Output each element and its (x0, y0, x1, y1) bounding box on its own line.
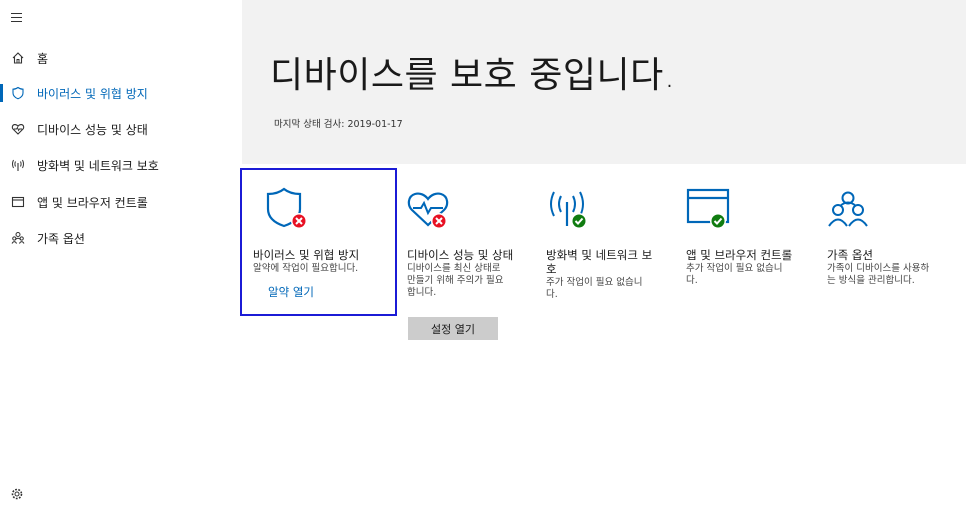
sidebar-item-label: 방화벽 및 네트워크 보호 (37, 158, 159, 173)
sidebar-item-home[interactable]: 홈 (0, 40, 242, 76)
tile-title-line-1: 방화벽 및 네트워크 보 (546, 248, 653, 262)
tile-description-line-1: 디바이스를 최신 상태로 (407, 263, 501, 274)
tile-description-line-2: 다. (546, 289, 558, 300)
tile-description-line-3: 합니다. (407, 287, 437, 298)
tile-title-line-2: 호 (546, 262, 557, 276)
sidebar-item-label: 앱 및 브라우저 컨트롤 (37, 195, 148, 210)
tile-description-line-2: 는 방식을 관리합니다. (827, 275, 915, 286)
antenna-icon (10, 157, 26, 173)
tile-title: 디바이스 성능 및 상태 (407, 248, 514, 262)
sidebar: 홈 바이러스 및 위협 방지 디바이스 성능 및 상태 방화벽 및 네트워크 보… (0, 0, 242, 517)
sidebar-item-label: 가족 옵션 (37, 231, 85, 246)
windows-security-window: 홈 바이러스 및 위협 방지 디바이스 성능 및 상태 방화벽 및 네트워크 보… (0, 0, 966, 517)
open-alyac-link[interactable]: 알약 열기 (268, 284, 314, 300)
antenna-ok-icon (550, 191, 587, 229)
shield-error-icon (266, 187, 307, 229)
heart-error-icon (407, 192, 449, 229)
home-icon (10, 50, 26, 66)
tile-title: 가족 옵션 (827, 248, 873, 262)
tile-description: 알약에 작업이 필요합니다. (253, 263, 359, 274)
tile-description-line-1: 주가 작업이 필요 없습니 (546, 277, 643, 288)
heart-icon (10, 121, 26, 137)
sidebar-item-label: 디바이스 성능 및 상태 (37, 122, 148, 137)
browser-window-icon (10, 194, 26, 210)
tile-description-line-1: 가족이 디바이스를 사용하 (827, 263, 930, 274)
last-scan-status: 마지막 상태 검사: 2019-01-17 (274, 119, 403, 130)
page-title: 디바이스를 보호 중입니다. (270, 55, 676, 96)
tile-title: 앱 및 브라우저 컨트롤 (686, 248, 793, 262)
sidebar-item-virus-protection[interactable]: 바이러스 및 위협 방지 (0, 75, 242, 111)
shield-icon (10, 85, 26, 101)
family-icon (828, 191, 868, 227)
family-icon (10, 230, 26, 246)
tile-virus-protection[interactable] (240, 168, 397, 316)
header-banner: 디바이스를 보호 중입니다. 마지막 상태 검사: 2019-01-17 (242, 0, 966, 164)
hamburger-menu-icon[interactable] (10, 11, 26, 25)
sidebar-item-family[interactable]: 가족 옵션 (0, 220, 242, 256)
sidebar-item-app-browser[interactable]: 앱 및 브라우저 컨트롤 (0, 184, 242, 220)
sidebar-item-firewall[interactable]: 방화벽 및 네트워크 보호 (0, 147, 242, 183)
sidebar-item-label: 바이러스 및 위협 방지 (37, 86, 148, 101)
settings-gear-icon[interactable] (10, 486, 26, 502)
sidebar-item-device-health[interactable]: 디바이스 성능 및 상태 (0, 111, 242, 147)
tile-description-line-2: 다. (686, 275, 698, 286)
open-settings-button[interactable]: 설정 열기 (408, 317, 498, 340)
browser-window-ok-icon (686, 188, 730, 229)
sidebar-item-label: 홈 (37, 51, 49, 66)
active-indicator (0, 84, 3, 102)
tile-description-line-2: 만들기 위해 주의가 필요 (407, 275, 504, 286)
tile-description-line-1: 추가 작업이 필요 없습니 (686, 263, 783, 274)
tile-title: 바이러스 및 위협 방지 (253, 248, 360, 262)
